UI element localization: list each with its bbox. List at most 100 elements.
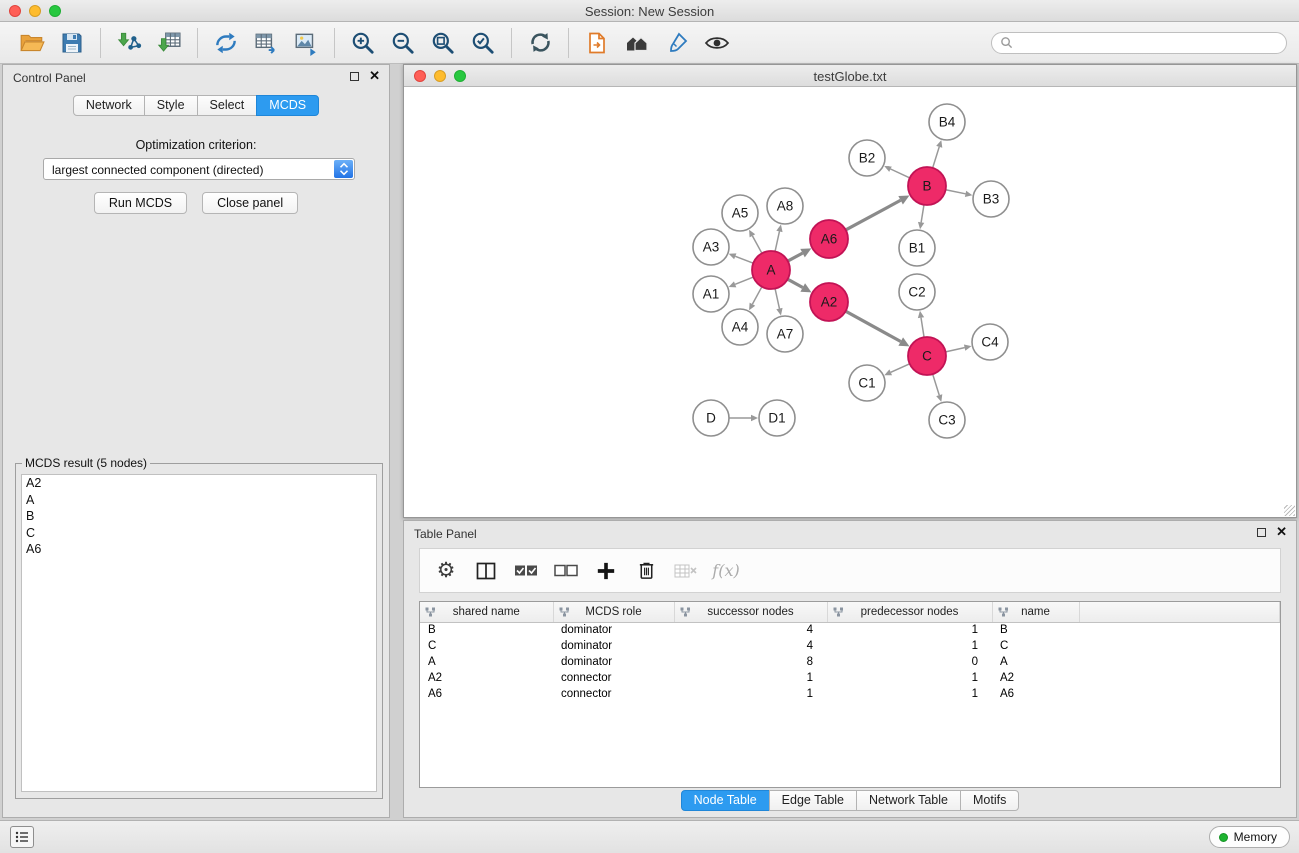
table-cell[interactable]: C [420, 638, 553, 654]
graph-edge[interactable] [729, 277, 754, 287]
graph-node-A3[interactable]: A3 [693, 229, 729, 265]
graph-edge[interactable] [729, 253, 754, 263]
table-cell[interactable]: 1 [827, 622, 992, 638]
column-header-predecessor-nodes[interactable]: predecessor nodes [827, 602, 992, 622]
table-cell[interactable]: A2 [992, 670, 1079, 686]
graph-node-B3[interactable]: B3 [973, 181, 1009, 217]
table-cell[interactable]: dominator [553, 654, 674, 670]
graph-edge[interactable] [918, 311, 924, 337]
float-panel-button[interactable] [350, 72, 359, 81]
table-cell[interactable]: A6 [992, 686, 1079, 702]
table-cell[interactable]: B [992, 622, 1079, 638]
graph-edge[interactable] [918, 205, 924, 229]
graph-edge[interactable] [933, 374, 943, 402]
table-cell[interactable]: 4 [674, 622, 827, 638]
table-cell[interactable]: 1 [674, 686, 827, 702]
column-header-successor-nodes[interactable]: successor nodes [674, 602, 827, 622]
export-document-button[interactable] [577, 25, 617, 61]
graph-node-B[interactable]: B [908, 167, 946, 205]
tab-edge-table[interactable]: Edge Table [769, 790, 857, 811]
export-network-button[interactable] [206, 25, 246, 61]
graph-node-A5[interactable]: A5 [722, 195, 758, 231]
show-columns-button[interactable] [468, 554, 504, 588]
task-history-button[interactable] [10, 826, 34, 848]
graph-node-C1[interactable]: C1 [849, 365, 885, 401]
import-network-button[interactable] [109, 25, 149, 61]
graph-edge[interactable] [946, 345, 972, 352]
graph-node-A2[interactable]: A2 [810, 283, 848, 321]
table-cell[interactable]: dominator [553, 638, 674, 654]
graph-node-A8[interactable]: A8 [767, 188, 803, 224]
table-cell[interactable]: 8 [674, 654, 827, 670]
table-cell[interactable]: dominator [553, 622, 674, 638]
run-mcds-button[interactable]: Run MCDS [94, 192, 187, 214]
graph-node-B2[interactable]: B2 [849, 140, 885, 176]
tab-mcds[interactable]: MCDS [256, 95, 319, 116]
graph-node-A7[interactable]: A7 [767, 316, 803, 352]
graph-edge[interactable] [775, 225, 783, 252]
export-image-button[interactable] [286, 25, 326, 61]
graph-edge[interactable] [933, 140, 943, 168]
graph-edge[interactable] [846, 311, 910, 346]
add-row-button[interactable] [588, 554, 624, 588]
table-row[interactable]: Cdominator41C [420, 638, 1280, 654]
column-header-MCDS-role[interactable]: MCDS role [553, 602, 674, 622]
graph-edge[interactable] [749, 230, 762, 254]
tab-style[interactable]: Style [144, 95, 198, 116]
export-table-button[interactable] [246, 25, 286, 61]
table-cell[interactable]: C [992, 638, 1079, 654]
close-mcds-panel-button[interactable]: Close panel [202, 192, 298, 214]
tab-node-table[interactable]: Node Table [681, 790, 770, 811]
table-cell[interactable]: A [992, 654, 1079, 670]
tab-select[interactable]: Select [197, 95, 258, 116]
table-cell[interactable]: 0 [827, 654, 992, 670]
graph-edge[interactable] [946, 190, 973, 197]
table-cell[interactable]: 1 [674, 670, 827, 686]
tab-motifs[interactable]: Motifs [960, 790, 1019, 811]
table-row[interactable]: Adominator80A [420, 654, 1280, 670]
table-row[interactable]: A6connector11A6 [420, 686, 1280, 702]
tab-network-table[interactable]: Network Table [856, 790, 961, 811]
optimization-criterion-select[interactable]: largest connected component (directed) [43, 158, 355, 180]
table-cell[interactable]: B [420, 622, 553, 638]
graph-edge[interactable] [884, 166, 910, 178]
show-hide-graphics-button[interactable] [697, 25, 737, 61]
table-cell[interactable]: 1 [827, 638, 992, 654]
float-table-panel-button[interactable] [1257, 528, 1266, 537]
graph-edge[interactable] [749, 287, 762, 311]
apply-layout-button[interactable] [520, 25, 560, 61]
graph-node-C4[interactable]: C4 [972, 324, 1008, 360]
graph-edge[interactable] [788, 279, 812, 292]
table-cell[interactable]: A6 [420, 686, 553, 702]
mcds-result-item[interactable]: A [22, 492, 376, 509]
mcds-result-item[interactable]: A2 [22, 475, 376, 492]
close-table-panel-button[interactable]: ✕ [1276, 527, 1287, 537]
table-cell[interactable]: connector [553, 686, 674, 702]
function-builder-button[interactable]: f(x) [708, 554, 744, 588]
zoom-out-button[interactable] [383, 25, 423, 61]
graph-node-B4[interactable]: B4 [929, 104, 965, 140]
mcds-result-item[interactable]: C [22, 525, 376, 542]
import-table-button[interactable] [149, 25, 189, 61]
tab-network[interactable]: Network [73, 95, 145, 116]
table-cell[interactable]: A2 [420, 670, 553, 686]
table-cell[interactable]: connector [553, 670, 674, 686]
graph-node-A1[interactable]: A1 [693, 276, 729, 312]
column-header-shared-name[interactable]: shared name [420, 602, 553, 622]
zoom-fit-button[interactable] [423, 25, 463, 61]
graph-node-A6[interactable]: A6 [810, 220, 848, 258]
table-cell[interactable]: A [420, 654, 553, 670]
graph-edge[interactable] [775, 289, 783, 316]
select-all-button[interactable] [508, 554, 544, 588]
column-header-name[interactable]: name [992, 602, 1079, 622]
delete-table-button[interactable] [668, 554, 704, 588]
search-input[interactable] [1018, 36, 1278, 50]
apply-style-button[interactable] [657, 25, 697, 61]
graph-node-C3[interactable]: C3 [929, 402, 965, 438]
table-cell[interactable]: 4 [674, 638, 827, 654]
close-panel-button[interactable]: ✕ [369, 71, 380, 81]
table-cell[interactable]: 1 [827, 686, 992, 702]
resize-grip[interactable] [1284, 505, 1295, 516]
graph-node-D1[interactable]: D1 [759, 400, 795, 436]
delete-row-button[interactable] [628, 554, 664, 588]
